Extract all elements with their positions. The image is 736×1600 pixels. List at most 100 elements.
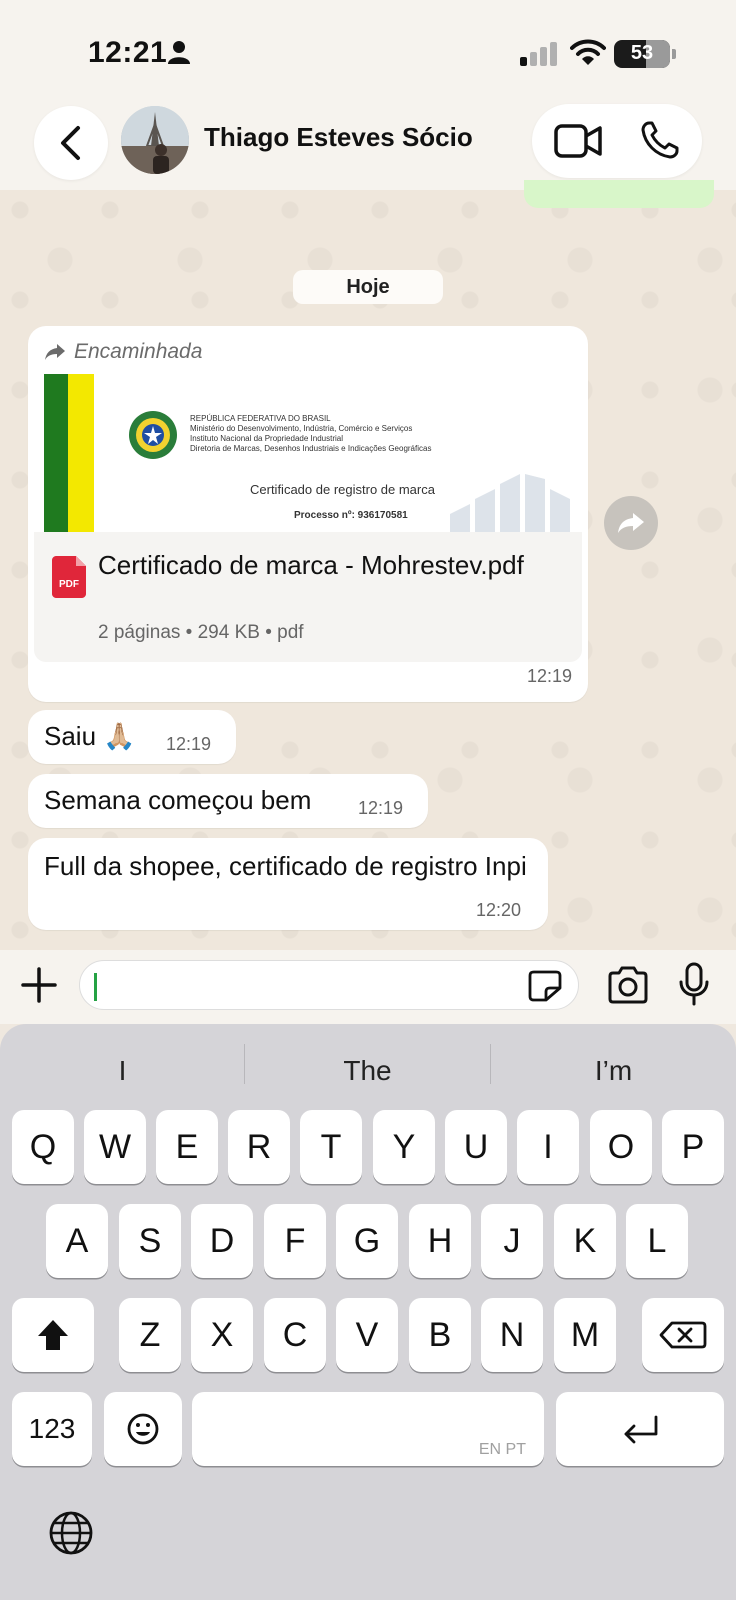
message-time: 12:20 xyxy=(476,900,522,920)
numbers-key[interactable]: 123 xyxy=(12,1392,92,1466)
status-bar: 12:21 53 xyxy=(0,0,736,100)
key-s[interactable]: S xyxy=(119,1204,181,1278)
phone-call-icon[interactable] xyxy=(640,120,680,160)
sticker-icon[interactable] xyxy=(528,970,562,1002)
back-button[interactable] xyxy=(34,106,108,180)
forward-arrow-icon xyxy=(618,513,644,533)
document-message[interactable]: Encaminhada REPÚBLICA FEDERATIVA DO BRAS… xyxy=(28,326,588,702)
status-time: 12:21 xyxy=(88,36,168,69)
key-c[interactable]: C xyxy=(264,1298,326,1372)
message-text: Saiu 🙏🏼 xyxy=(44,721,136,751)
key-h[interactable]: H xyxy=(409,1204,471,1278)
eiffel-tower-photo xyxy=(121,106,189,174)
flag-stripe-yellow xyxy=(68,374,94,532)
camera-icon[interactable] xyxy=(607,966,649,1004)
key-d[interactable]: D xyxy=(191,1204,253,1278)
key-v[interactable]: V xyxy=(336,1298,398,1372)
watermark-graphic xyxy=(450,474,570,532)
wifi-icon xyxy=(570,39,606,65)
forward-message-button[interactable] xyxy=(604,496,658,550)
message-text: Semana começou bem xyxy=(44,785,312,815)
contact-avatar[interactable] xyxy=(121,106,189,174)
emoji-key[interactable] xyxy=(104,1392,182,1466)
document-info[interactable]: PDF Certificado de marca - Mohrestev.pdf… xyxy=(34,532,582,662)
call-actions xyxy=(532,104,702,178)
message-input[interactable] xyxy=(79,960,579,1010)
backspace-icon xyxy=(659,1321,707,1349)
plus-icon[interactable] xyxy=(20,966,58,1004)
globe-icon[interactable] xyxy=(48,1510,94,1556)
received-message[interactable]: Semana começou bem 12:19 xyxy=(28,774,428,828)
key-r[interactable]: R xyxy=(228,1110,290,1184)
battery-indicator: 53 xyxy=(614,40,676,68)
key-b[interactable]: B xyxy=(409,1298,471,1372)
cellular-signal-icon xyxy=(520,42,557,66)
coat-of-arms-icon xyxy=(129,411,177,459)
forwarded-indicator: Encaminhada xyxy=(44,340,202,364)
key-g[interactable]: G xyxy=(336,1204,398,1278)
suggestion-3[interactable]: I’m xyxy=(491,1044,736,1098)
text-cursor xyxy=(94,973,97,1001)
flag-stripe-green xyxy=(44,374,68,532)
key-u[interactable]: U xyxy=(445,1110,507,1184)
preview-line: Diretoria de Marcas, Desenhos Industriai… xyxy=(190,444,432,453)
shift-key[interactable] xyxy=(12,1298,94,1372)
key-w[interactable]: W xyxy=(84,1110,146,1184)
microphone-icon[interactable] xyxy=(678,962,710,1006)
message-text: Full da shopee, certificado de registro … xyxy=(44,851,527,881)
person-icon xyxy=(168,41,190,64)
svg-text:PDF: PDF xyxy=(59,579,79,590)
return-key[interactable] xyxy=(556,1392,724,1466)
space-key[interactable]: EN PT xyxy=(192,1392,544,1466)
return-arrow-icon xyxy=(624,1415,658,1444)
key-p[interactable]: P xyxy=(662,1110,724,1184)
date-separator: Hoje xyxy=(293,270,443,304)
key-z[interactable]: Z xyxy=(119,1298,181,1372)
key-f[interactable]: F xyxy=(264,1204,326,1278)
key-e[interactable]: E xyxy=(156,1110,218,1184)
suggestion-2[interactable]: The xyxy=(245,1044,490,1098)
contact-name[interactable]: Thiago Esteves Sócio xyxy=(204,122,473,153)
preview-line: Ministério do Desenvolvimento, Indústria… xyxy=(190,424,413,433)
key-m[interactable]: M xyxy=(554,1298,616,1372)
chat-header: Thiago Esteves Sócio xyxy=(0,100,736,190)
key-i[interactable]: I xyxy=(517,1110,579,1184)
key-l[interactable]: L xyxy=(626,1204,688,1278)
key-n[interactable]: N xyxy=(481,1298,543,1372)
message-time: 12:19 xyxy=(526,666,572,686)
key-a[interactable]: A xyxy=(46,1204,108,1278)
key-y[interactable]: Y xyxy=(373,1110,435,1184)
previous-sent-message xyxy=(524,180,714,208)
key-q[interactable]: Q xyxy=(12,1110,74,1184)
document-file-meta: 2 páginas • 294 KB • pdf xyxy=(98,622,304,643)
key-x[interactable]: X xyxy=(191,1298,253,1372)
shift-arrow-icon xyxy=(38,1320,68,1350)
message-time: 12:19 xyxy=(358,798,404,818)
preview-line: REPÚBLICA FEDERATIVA DO BRASIL xyxy=(190,414,331,423)
preview-header-lines: REPÚBLICA FEDERATIVA DO BRASIL Ministéri… xyxy=(190,414,431,454)
received-message[interactable]: Full da shopee, certificado de registro … xyxy=(28,838,548,930)
forwarded-label: Encaminhada xyxy=(74,340,203,363)
forward-arrow-icon xyxy=(45,344,65,360)
key-j[interactable]: J xyxy=(481,1204,543,1278)
video-call-icon[interactable] xyxy=(554,122,602,160)
document-preview[interactable]: REPÚBLICA FEDERATIVA DO BRASIL Ministéri… xyxy=(44,374,578,532)
keyboard-language-hint: EN PT xyxy=(478,1441,526,1458)
message-composer xyxy=(0,950,736,1024)
delete-key[interactable] xyxy=(642,1298,724,1372)
key-k[interactable]: K xyxy=(554,1204,616,1278)
key-o[interactable]: O xyxy=(590,1110,652,1184)
emoji-icon xyxy=(127,1413,159,1445)
key-t[interactable]: T xyxy=(300,1110,362,1184)
document-file-name: Certificado de marca - Mohrestev.pdf xyxy=(98,550,524,580)
chevron-left-icon xyxy=(61,126,80,160)
keyboard: I The I’m Q W E R T Y U I O P A S D F G … xyxy=(0,1024,736,1600)
battery-level: 53 xyxy=(630,42,654,64)
suggestion-1[interactable]: I xyxy=(0,1044,245,1098)
preview-title: Certificado de registro de marca xyxy=(250,482,435,497)
message-time: 12:19 xyxy=(166,734,212,754)
preview-line: Instituto Nacional da Propriedade Indust… xyxy=(190,434,343,443)
received-message[interactable]: Saiu 🙏🏼 12:19 xyxy=(28,710,236,764)
pdf-file-icon: PDF xyxy=(52,556,86,598)
preview-process-number: Processo nº: 936170581 xyxy=(294,510,408,521)
